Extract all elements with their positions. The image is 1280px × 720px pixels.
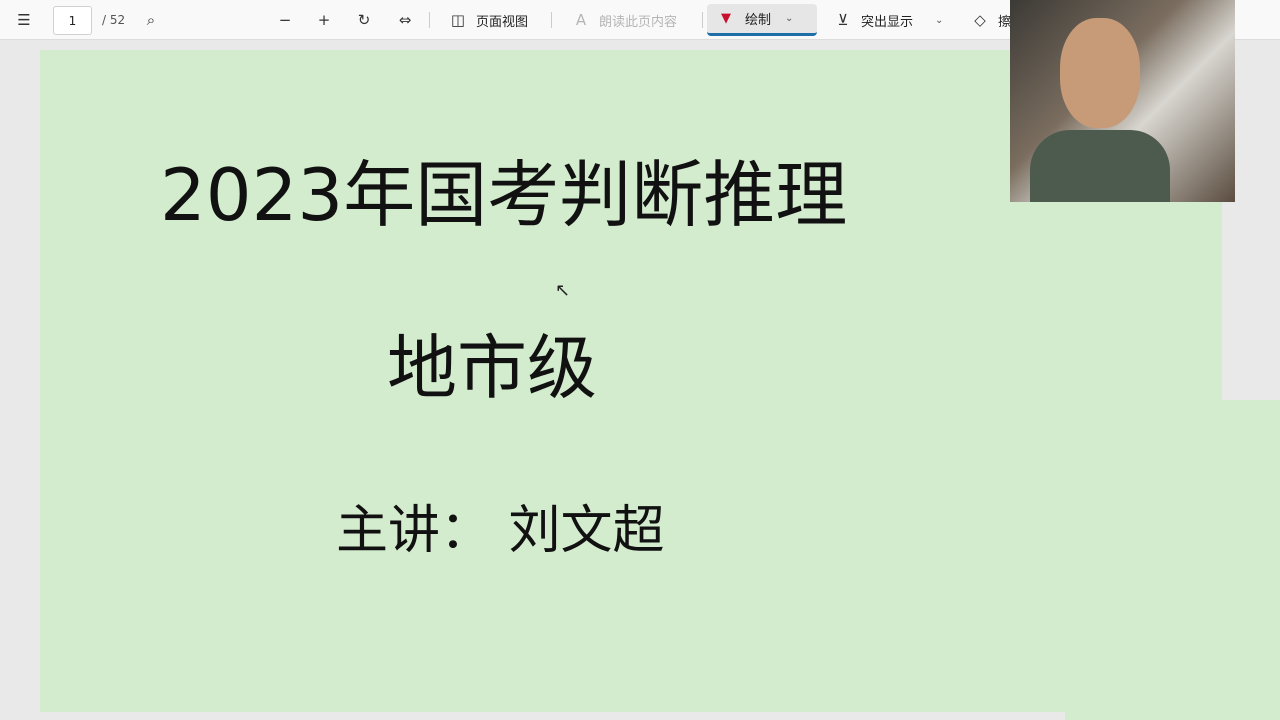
rotate-icon[interactable]: ↻ [354,10,374,30]
draw-label: 绘制 [745,13,772,28]
mouse-cursor-icon: ↖ [555,280,571,301]
page-view-button[interactable]: ◫ 页面视图 [448,0,528,40]
fit-width-icon[interactable]: ⇔ [395,10,415,30]
draw-pen-icon: ▼ [721,11,731,26]
page-number-input[interactable]: 1 [53,6,92,35]
webcam-overlay [1010,0,1235,202]
eraser-icon: ◇ [974,11,986,29]
page-view-icon: ◫ [450,11,466,29]
page-background-region [1065,400,1280,720]
draw-button[interactable]: ▼ 绘制 ⌄ [707,4,817,36]
page-view-label: 页面视图 [476,14,529,30]
slide-speaker: 主讲： 刘文超 [336,501,665,561]
highlighter-icon: ⊻ [837,11,849,29]
chevron-down-icon[interactable]: ⌄ [935,15,943,26]
search-icon[interactable]: ⌕ [141,10,161,30]
total-pages: / 52 [102,13,126,27]
zoom-in-icon[interactable]: + [314,10,334,30]
read-aloud-button[interactable]: A 朗读此页内容 [571,0,677,40]
read-aloud-label: 朗读此页内容 [599,14,678,30]
read-aloud-icon: A [575,11,587,29]
highlight-label: 突出显示 [861,14,914,30]
presenter-face [1060,18,1140,128]
contents-list-icon[interactable]: ☰ [14,10,34,30]
slide-subtitle: 地市级 [387,327,597,409]
slide-title: 2023年国考判断推理 [160,153,848,237]
highlight-button[interactable]: ⊻ 突出显示 ⌄ [833,0,944,40]
erase-button[interactable]: ◇ 擦 [970,0,1011,40]
zoom-out-icon[interactable]: − [275,10,295,30]
presenter-body [1030,130,1170,202]
chevron-down-icon[interactable]: ⌄ [785,13,793,24]
